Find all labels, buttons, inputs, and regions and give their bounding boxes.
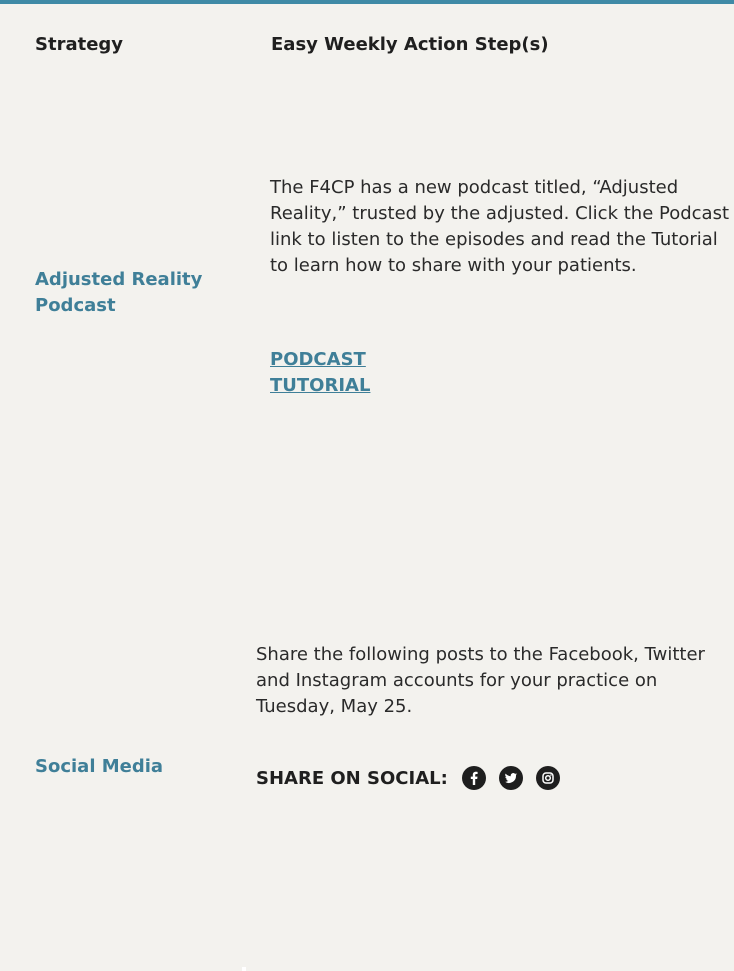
podcast-description: The F4CP has a new podcast titled, “Adju… (270, 177, 729, 276)
row-social-strategy-cell: Social Media (0, 514, 242, 971)
header-strategy: Strategy (35, 34, 124, 55)
header-action-steps: Easy Weekly Action Step(s) (271, 34, 549, 55)
row-social-steps-cell: Share the following posts to the Faceboo… (246, 514, 734, 971)
share-on-social: SHARE ON SOCIAL: (256, 766, 573, 790)
strategy-label-social: Social Media (35, 756, 164, 777)
strategy-label-podcast: Adjusted Reality Podcast (35, 269, 203, 316)
podcast-link[interactable]: PODCAST (270, 347, 370, 373)
facebook-icon[interactable] (461, 766, 486, 790)
social-description: Share the following posts to the Faceboo… (256, 644, 705, 717)
tutorial-link[interactable]: TUTORIAL (270, 373, 370, 399)
row-podcast-strategy-cell: Adjusted Reality Podcast (0, 82, 242, 512)
row-podcast-steps-cell: The F4CP has a new podcast titled, “Adju… (246, 82, 734, 512)
header-strategy-cell: Strategy (0, 8, 242, 80)
action-steps-table: Strategy Easy Weekly Action Step(s) Adju… (0, 0, 734, 971)
share-label: SHARE ON SOCIAL: (256, 767, 448, 789)
podcast-links: PODCAST TUTORIAL (270, 347, 370, 399)
instagram-icon[interactable] (535, 766, 560, 790)
twitter-icon[interactable] (498, 766, 523, 790)
header-steps-cell: Easy Weekly Action Step(s) (246, 8, 734, 80)
